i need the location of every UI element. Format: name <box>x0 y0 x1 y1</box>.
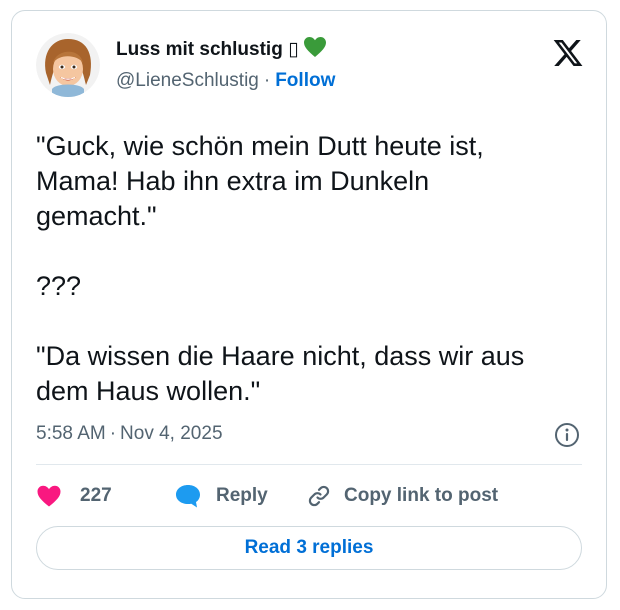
copy-link-label: Copy link to post <box>344 485 499 506</box>
tweet-paragraph-1: "Guck, wie schön mein Dutt heute ist, Ma… <box>36 131 484 231</box>
author-handle-row: @LieneSchlustig · Follow <box>116 70 335 92</box>
heart-icon <box>36 484 62 508</box>
action-bar: 227 Reply Copy link to post <box>36 481 498 511</box>
speech-bubble-icon <box>174 483 202 509</box>
tweet-time: 5:58 AM <box>36 423 106 444</box>
avatar[interactable] <box>36 33 100 97</box>
tweet-paragraph-3: "Da wissen die Haare nicht, dass wir aus… <box>36 341 525 406</box>
tweet-text: "Guck, wie schön mein Dutt heute ist, Ma… <box>36 129 596 409</box>
copy-link-button[interactable]: Copy link to post <box>306 483 498 509</box>
green-heart-icon <box>303 36 327 63</box>
tweet-paragraph-2: ??? <box>36 271 82 301</box>
follow-button[interactable]: Follow <box>275 70 335 91</box>
like-button[interactable]: 227 <box>36 484 174 508</box>
tweet-timestamp[interactable]: 5:58 AM · Nov 4, 2025 <box>36 423 223 445</box>
read-replies-label: Read 3 replies <box>244 537 374 558</box>
tweet-date: Nov 4, 2025 <box>120 423 223 444</box>
link-icon <box>306 483 332 509</box>
author-handle[interactable]: @LieneSchlustig <box>116 70 259 91</box>
tweet-card: Luss mit schlustig ▯ @LieneSchlustig · Fol… <box>11 10 607 599</box>
reply-label: Reply <box>216 485 268 506</box>
reply-button[interactable]: Reply <box>174 483 306 509</box>
timestamp-separator: · <box>109 423 117 444</box>
like-count: 227 <box>80 485 112 506</box>
author-name-text: Luss mit schlustig ▯ <box>116 39 299 60</box>
read-replies-button[interactable]: Read 3 replies <box>36 526 582 570</box>
handle-separator: · <box>263 70 271 91</box>
info-icon[interactable] <box>554 422 580 448</box>
author-name[interactable]: Luss mit schlustig ▯ <box>116 36 327 63</box>
divider <box>36 464 582 465</box>
x-logo-icon[interactable] <box>552 37 584 69</box>
avatar-image <box>36 33 100 97</box>
